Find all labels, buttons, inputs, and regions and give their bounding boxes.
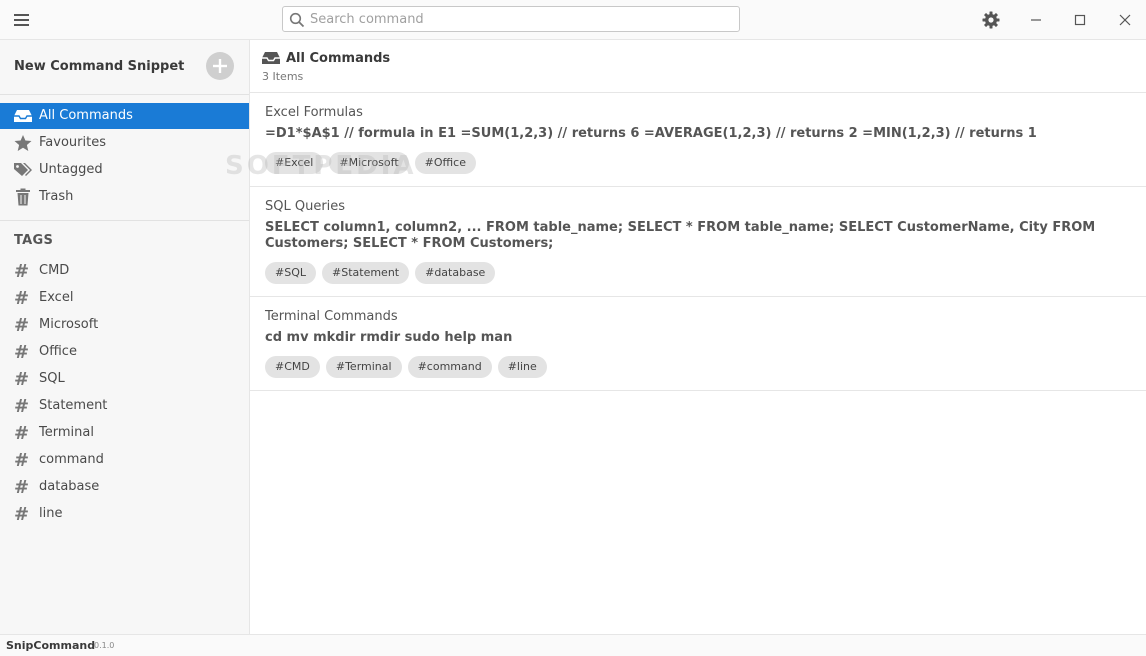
watermark: SOFTPEDIA xyxy=(225,151,417,181)
search-input[interactable] xyxy=(310,9,730,29)
sidebar-tag-office[interactable]: # Office xyxy=(0,339,249,365)
divider xyxy=(0,94,249,95)
hash-icon: # xyxy=(14,423,30,444)
list-header: All Commands 3 Items xyxy=(250,40,1146,93)
snippet-command: =D1*$A$1 // formula in E1 =SUM(1,2,3) //… xyxy=(265,126,1037,141)
hash-icon: # xyxy=(14,261,30,282)
snippet-title: Excel Formulas xyxy=(265,105,363,120)
status-bar: SnipCommand 0.1.0 xyxy=(0,634,1146,656)
snippet-command: SELECT column1, column2, ... FROM table_… xyxy=(265,220,1096,251)
maximize-icon[interactable] xyxy=(1068,8,1092,32)
snippet-title: SQL Queries xyxy=(265,199,346,214)
main-content: All Commands 3 Items Excel Formulas =D1*… xyxy=(250,40,1146,634)
tag-label: database xyxy=(39,479,100,494)
tag-label: Excel xyxy=(39,290,74,305)
tag-label: Statement xyxy=(39,398,108,413)
sidebar-tag-statement[interactable]: # Statement xyxy=(0,393,249,419)
snippet-command: cd mv mkdir rmdir sudo help man xyxy=(265,330,513,345)
hash-icon: # xyxy=(14,504,30,525)
divider xyxy=(0,220,249,221)
new-snippet-label: New Command Snippet xyxy=(14,59,185,74)
close-icon[interactable] xyxy=(1113,8,1137,32)
page-title: All Commands xyxy=(286,51,391,66)
hash-icon: # xyxy=(14,288,30,309)
app-version: 0.1.0 xyxy=(94,641,115,650)
app-name: SnipCommand xyxy=(6,639,96,652)
item-count: 3 Items xyxy=(262,70,304,83)
sidebar-tag-cmd[interactable]: # CMD xyxy=(0,258,249,284)
tag-label: command xyxy=(39,452,104,467)
tag-chip[interactable]: #command xyxy=(407,356,492,378)
tag-chip[interactable]: #CMD xyxy=(265,356,320,378)
app-window: New Command Snippet All Commands Favouri… xyxy=(0,0,1146,656)
nav-label: All Commands xyxy=(39,108,133,123)
hash-icon: # xyxy=(14,450,30,471)
hash-icon: # xyxy=(14,315,30,336)
hash-icon: # xyxy=(14,396,30,417)
hamburger-menu-icon[interactable] xyxy=(8,8,36,32)
sidebar-tag-microsoft[interactable]: # Microsoft xyxy=(0,312,249,338)
sidebar-item-untagged[interactable]: Untagged xyxy=(0,157,249,183)
search-icon xyxy=(289,12,305,28)
tag-label: Office xyxy=(39,344,77,359)
sidebar-item-favourites[interactable]: Favourites xyxy=(0,130,249,156)
snippet-item-sql-queries[interactable]: SQL Queries SELECT column1, column2, ...… xyxy=(250,187,1146,297)
sidebar-tag-line[interactable]: # line xyxy=(0,501,249,527)
sidebar-tag-terminal[interactable]: # Terminal xyxy=(0,420,249,446)
sidebar-tag-database[interactable]: # database xyxy=(0,474,249,500)
sidebar-tag-command[interactable]: # command xyxy=(0,447,249,473)
sidebar-tag-sql[interactable]: # SQL xyxy=(0,366,249,392)
snippet-tags: #CMD #Terminal #command #line xyxy=(265,356,547,378)
tag-label: Microsoft xyxy=(39,317,99,332)
nav-label: Trash xyxy=(39,189,74,204)
star-icon xyxy=(14,135,32,151)
add-snippet-button[interactable] xyxy=(206,52,234,80)
nav-label: Favourites xyxy=(39,135,106,150)
plus-icon xyxy=(213,59,227,73)
sidebar: New Command Snippet All Commands Favouri… xyxy=(0,40,250,634)
tag-label: Terminal xyxy=(39,425,94,440)
sidebar-tag-excel[interactable]: # Excel xyxy=(0,285,249,311)
title-bar xyxy=(0,0,1146,40)
tag-label: CMD xyxy=(39,263,70,278)
tag-chip[interactable]: #SQL xyxy=(265,262,316,284)
hash-icon: # xyxy=(14,342,30,363)
snippet-tags: #SQL #Statement #database xyxy=(265,262,496,284)
tag-chip[interactable]: #Terminal xyxy=(325,356,402,378)
tag-chip[interactable]: #line xyxy=(497,356,547,378)
search-box xyxy=(282,6,740,32)
snippet-item-terminal-commands[interactable]: Terminal Commands cd mv mkdir rmdir sudo… xyxy=(250,297,1146,391)
minimize-icon[interactable] xyxy=(1024,8,1048,32)
tag-chip[interactable]: #Statement xyxy=(322,262,410,284)
tag-chip[interactable]: #database xyxy=(415,262,496,284)
settings-gear-icon[interactable] xyxy=(979,8,1003,32)
new-command-snippet: New Command Snippet xyxy=(0,40,249,94)
tags-icon xyxy=(14,163,32,176)
sidebar-item-trash[interactable]: Trash xyxy=(0,184,249,210)
trash-icon xyxy=(16,188,30,206)
hash-icon: # xyxy=(14,477,30,498)
hash-icon: # xyxy=(14,369,30,390)
inbox-icon xyxy=(14,110,32,122)
tag-chip[interactable]: #Office xyxy=(414,152,476,174)
nav-label: Untagged xyxy=(39,162,103,177)
sidebar-item-all-commands[interactable]: All Commands xyxy=(0,103,249,129)
tag-label: line xyxy=(39,506,63,521)
tags-heading: TAGS xyxy=(14,233,54,248)
tag-label: SQL xyxy=(39,371,65,386)
snippet-title: Terminal Commands xyxy=(265,309,398,324)
inbox-icon xyxy=(262,52,280,64)
